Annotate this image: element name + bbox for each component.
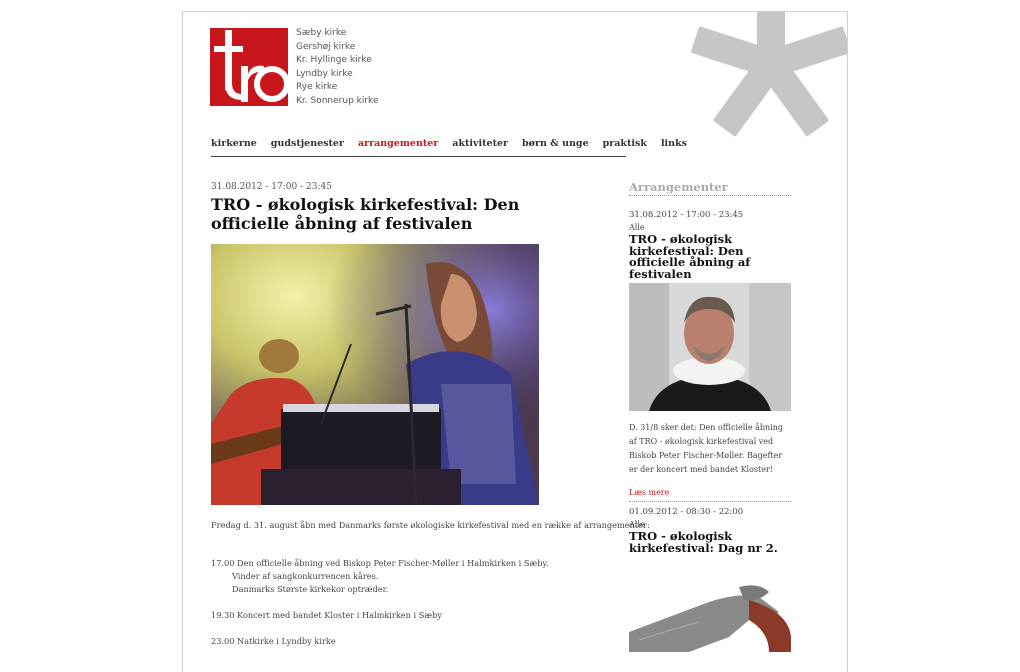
event-category: Alle: [629, 520, 645, 529]
program-spacer: [211, 622, 611, 635]
page-container: Sæby kirke Gershøj kirke Kr. Hyllinge ki…: [182, 11, 848, 672]
event-description: D. 31/8 sker det: Den officielle åbning …: [629, 423, 784, 474]
article-photo: [211, 244, 539, 505]
article-intro: Fredag d. 31. august åbn med Danmarks fø…: [211, 520, 650, 530]
program-line: 17.00 Den officielle åbning ved Biskop P…: [211, 558, 549, 568]
read-more-link[interactable]: Læs mere: [629, 488, 791, 502]
article-date: 31.08.2012 - 17:00 - 23:45: [211, 182, 332, 192]
nav-links[interactable]: links: [661, 136, 687, 156]
nav-born-unge[interactable]: børn & unge: [522, 136, 589, 156]
event-date: 31.08.2012 - 17:00 - 23:45: [629, 210, 744, 220]
event-title[interactable]: TRO - økologisk kirkefestival: Den offic…: [629, 233, 791, 280]
main-nav: kirkerne gudstjenester arrangementer akt…: [211, 136, 687, 157]
event-category: Alle: [629, 223, 645, 232]
church-item[interactable]: Sæby kirke: [296, 27, 378, 41]
nav-praktisk[interactable]: praktisk: [603, 136, 647, 156]
church-item[interactable]: Kr. Sonnerup kirke: [296, 95, 378, 109]
bishop-photo: [629, 283, 791, 411]
event-date: 01.09.2012 - 08:30 - 22:00: [629, 507, 744, 517]
sidebar-heading: Arrangementer: [629, 180, 791, 196]
nav-arrangementer[interactable]: arrangementer: [358, 136, 438, 156]
nav-aktiviteter[interactable]: aktiviteter: [452, 136, 508, 156]
program-line: 19.30 Koncert med bandet Kloster i Halmk…: [211, 610, 442, 620]
asterisk-icon: [691, 12, 847, 137]
knitted-object-photo: [629, 562, 791, 652]
church-list: Sæby kirke Gershøj kirke Kr. Hyllinge ki…: [296, 27, 378, 108]
program-line: 23.00 Natkirke i Lyndby kirke: [211, 636, 336, 646]
church-item[interactable]: Gershøj kirke: [296, 41, 378, 55]
tro-logo[interactable]: [210, 28, 288, 106]
program-spacer: [211, 596, 611, 609]
logo-mark: [210, 28, 288, 106]
sidebar-event: 31.08.2012 - 17:00 - 23:45 Alle TRO - øk…: [629, 210, 791, 502]
nav-kirkerne[interactable]: kirkerne: [211, 136, 257, 156]
program-line: Vinder af sangkonkurrencen kåres.: [232, 571, 379, 581]
event-title[interactable]: TRO - økologisk kirkefestival: Dag nr 2.: [629, 530, 791, 554]
program-line: Danmarks Største kirkekor optræder.: [232, 584, 389, 594]
article: 31.08.2012 - 17:00 - 23:45 TRO - økologi…: [211, 182, 650, 646]
nav-gudstjenester[interactable]: gudstjenester: [271, 136, 344, 156]
article-program: 17.00 Den officielle åbning ved Biskop P…: [211, 557, 611, 648]
article-title: TRO - økologisk kirkefestival: Den offic…: [211, 195, 520, 233]
church-item[interactable]: Lyndby kirke: [296, 68, 378, 82]
sidebar: Arrangementer 31.08.2012 - 17:00 - 23:45…: [629, 180, 791, 652]
sidebar-event: 01.09.2012 - 08:30 - 22:00 Alle TRO - øk…: [629, 507, 791, 652]
church-item[interactable]: Kr. Hyllinge kirke: [296, 54, 378, 68]
church-item[interactable]: Rye kirke: [296, 81, 378, 95]
